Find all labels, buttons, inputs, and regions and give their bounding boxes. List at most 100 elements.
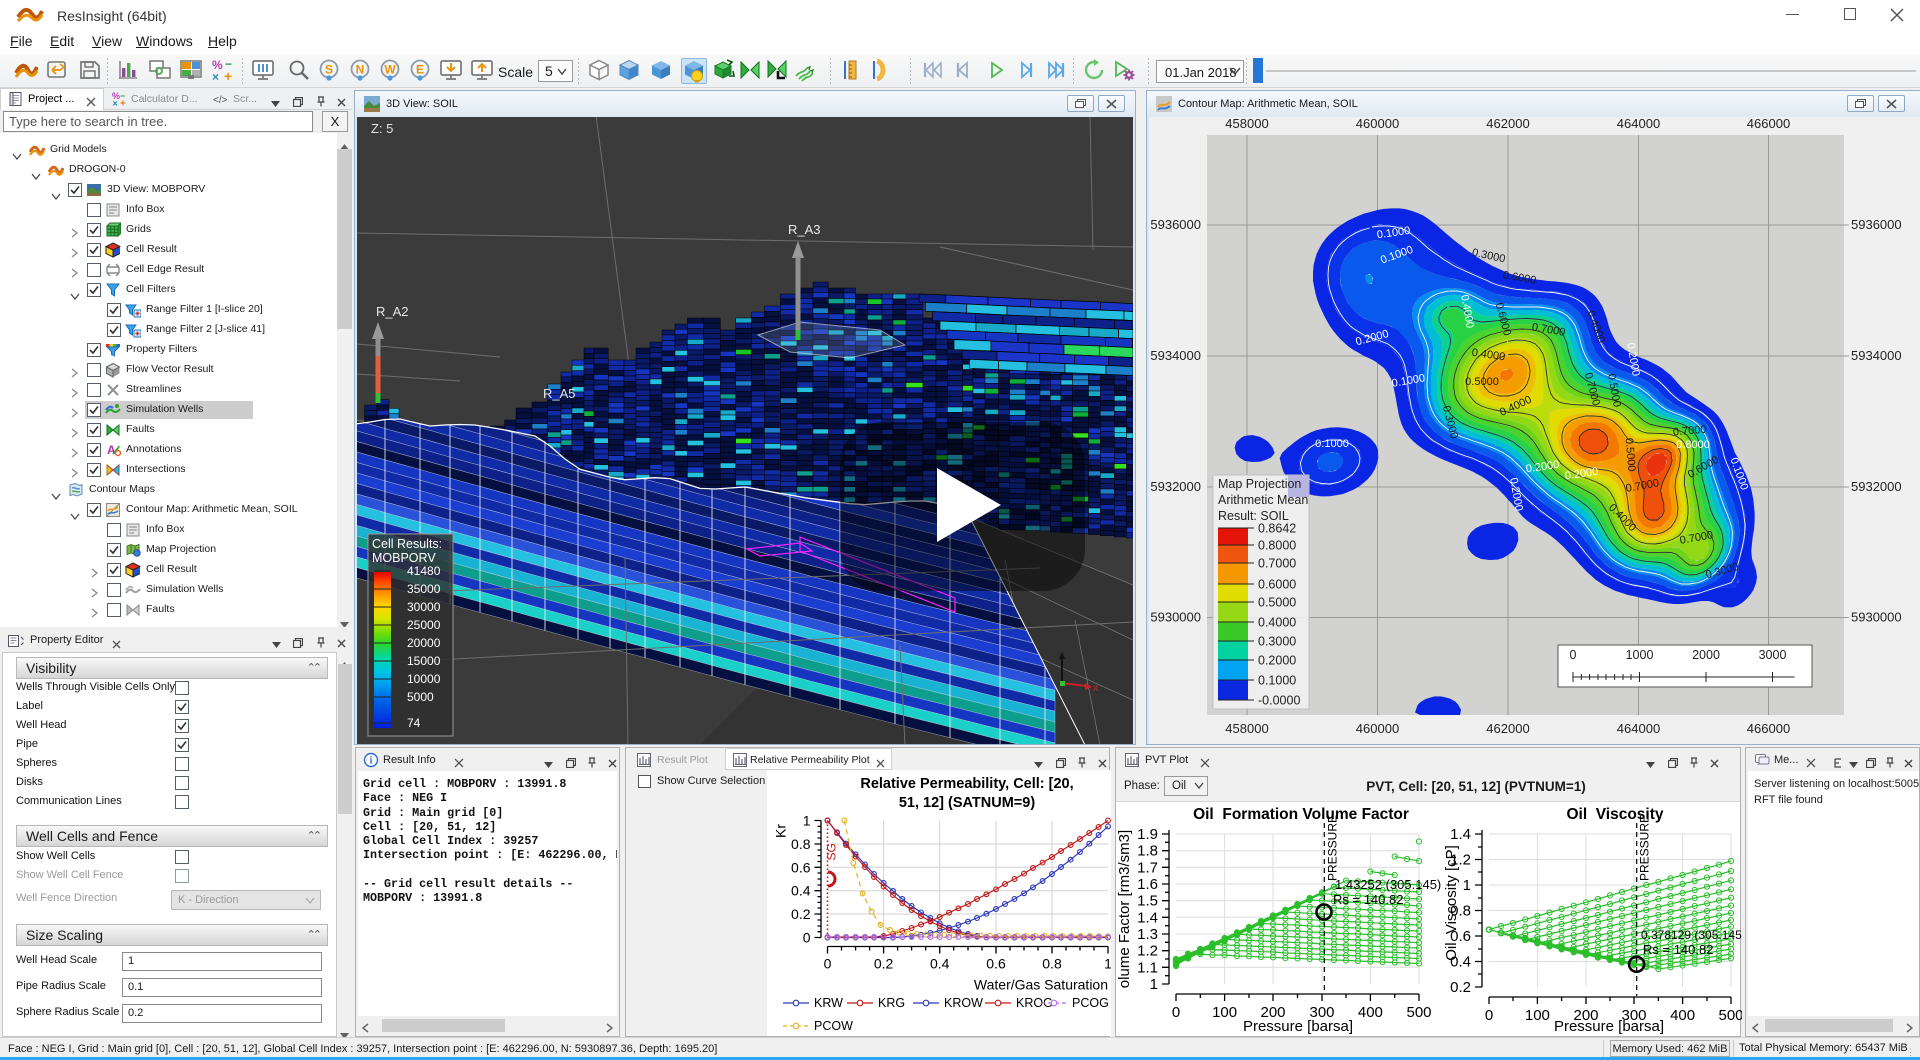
svg-text:3000: 3000 xyxy=(1759,648,1787,662)
svg-text:SG: SG xyxy=(825,843,839,860)
svg-text:N: N xyxy=(356,63,365,77)
svg-text:5930000: 5930000 xyxy=(1851,610,1902,625)
svg-text:41480: 41480 xyxy=(407,564,441,578)
svg-text:458000: 458000 xyxy=(1225,117,1268,131)
svg-text:KROG: KROG xyxy=(1016,996,1053,1010)
svg-text:400: 400 xyxy=(1670,1007,1695,1024)
svg-text:400: 400 xyxy=(1358,1004,1383,1021)
svg-text:Kr: Kr xyxy=(773,824,789,838)
svg-text:0.5000: 0.5000 xyxy=(1258,596,1296,610)
svg-text:1: 1 xyxy=(1150,976,1158,993)
svg-text:Water/Gas Saturation: Water/Gas Saturation xyxy=(974,977,1108,993)
svg-text:10000: 10000 xyxy=(407,672,441,686)
svg-text:5930000: 5930000 xyxy=(1150,610,1201,625)
svg-text:0.8: 0.8 xyxy=(791,836,811,852)
svg-text:500: 500 xyxy=(1718,1007,1742,1024)
svg-text:KRW: KRW xyxy=(814,996,843,1010)
svg-text:MOBPORV: MOBPORV xyxy=(372,551,436,565)
svg-text:R_A2: R_A2 xyxy=(376,304,409,319)
svg-text:Relative Permeability, Cell: [: Relative Permeability, Cell: [20, xyxy=(860,776,1073,792)
svg-text:15000: 15000 xyxy=(407,654,441,668)
svg-text:0.8: 0.8 xyxy=(1042,956,1062,972)
svg-text:460000: 460000 xyxy=(1356,721,1399,736)
svg-text:0: 0 xyxy=(1485,1007,1493,1024)
svg-text:0: 0 xyxy=(803,930,811,946)
svg-text:1.5: 1.5 xyxy=(1137,893,1158,910)
svg-text:0.4000: 0.4000 xyxy=(1258,616,1296,630)
svg-text:462000: 462000 xyxy=(1486,721,1529,736)
svg-text:PCOW: PCOW xyxy=(814,1019,853,1033)
svg-text:464000: 464000 xyxy=(1617,117,1660,131)
svg-text:R_A5: R_A5 xyxy=(543,386,576,401)
svg-text:Rs = 140.82: Rs = 140.82 xyxy=(1333,892,1403,907)
svg-text:1: 1 xyxy=(803,813,811,829)
svg-text:×: × xyxy=(113,99,118,108)
svg-text:1.43252 (305.145): 1.43252 (305.145) xyxy=(1335,877,1441,892)
svg-text:458000: 458000 xyxy=(1225,721,1268,736)
svg-text:0.7000: 0.7000 xyxy=(1258,557,1296,571)
svg-text:1.4: 1.4 xyxy=(1137,909,1158,926)
svg-text:W: W xyxy=(384,63,396,77)
svg-text:0.2: 0.2 xyxy=(1450,979,1471,996)
svg-text:466000: 466000 xyxy=(1747,117,1790,131)
svg-text:-0.0000: -0.0000 xyxy=(1258,694,1300,708)
svg-text:5934000: 5934000 xyxy=(1150,348,1201,363)
svg-text:1.6: 1.6 xyxy=(1137,876,1158,893)
svg-text:i: i xyxy=(370,756,373,767)
svg-text:1.9: 1.9 xyxy=(1137,826,1158,843)
svg-text:464000: 464000 xyxy=(1617,721,1660,736)
svg-text:KRG: KRG xyxy=(878,996,905,1010)
svg-text:0.6: 0.6 xyxy=(791,859,811,875)
svg-text:460000: 460000 xyxy=(1356,117,1399,131)
svg-text:0.6000: 0.6000 xyxy=(1258,578,1296,592)
svg-text:Arithmetic Mean: Arithmetic Mean xyxy=(1218,493,1308,507)
svg-text:KROW: KROW xyxy=(944,996,983,1010)
svg-text:5934000: 5934000 xyxy=(1851,348,1902,363)
svg-text:5000: 5000 xyxy=(407,690,434,704)
svg-text:Map Projection: Map Projection xyxy=(1218,477,1301,491)
svg-text:0.4: 0.4 xyxy=(791,883,811,899)
svg-text:Oil Viscosity: Oil Viscosity xyxy=(1566,806,1663,823)
svg-text:Oil Viscosity [cP]: Oil Viscosity [cP] xyxy=(1443,845,1460,961)
svg-text:0.4: 0.4 xyxy=(930,956,950,972)
svg-text:1.2: 1.2 xyxy=(1137,943,1158,960)
svg-text:Oil Formation Volume Factor: Oil Formation Volume Factor xyxy=(1193,806,1409,823)
svg-text:5936000: 5936000 xyxy=(1150,217,1201,232)
svg-text:Pressure [barsa]: Pressure [barsa] xyxy=(1243,1018,1353,1035)
svg-text:S: S xyxy=(325,63,333,77)
svg-text:2000: 2000 xyxy=(1692,648,1720,662)
svg-text:0.1000: 0.1000 xyxy=(1258,674,1296,688)
svg-text:5932000: 5932000 xyxy=(1851,479,1902,494)
svg-text:1.1: 1.1 xyxy=(1137,959,1158,976)
svg-text:Z: 5: Z: 5 xyxy=(371,121,393,136)
svg-text:466000: 466000 xyxy=(1747,721,1790,736)
svg-text:</>: </> xyxy=(213,95,228,106)
svg-text:0.5000: 0.5000 xyxy=(1465,376,1499,388)
svg-text:1.8: 1.8 xyxy=(1137,843,1158,860)
svg-text:E: E xyxy=(416,63,424,77)
svg-text:R_A3: R_A3 xyxy=(788,222,821,237)
svg-text:0.2: 0.2 xyxy=(874,956,894,972)
svg-text:5936000: 5936000 xyxy=(1851,217,1902,232)
svg-text:20000: 20000 xyxy=(407,636,441,650)
svg-text:1: 1 xyxy=(1104,956,1111,972)
svg-text:74: 74 xyxy=(407,716,421,730)
svg-text:x: x xyxy=(1093,682,1099,694)
svg-text:PRESSURE: PRESSURE xyxy=(1325,815,1339,881)
svg-text:100: 100 xyxy=(1212,1004,1237,1021)
svg-text:35000: 35000 xyxy=(407,582,441,596)
svg-text:0: 0 xyxy=(1570,648,1577,662)
svg-text:0.8000: 0.8000 xyxy=(1676,439,1710,451)
svg-text:0.8642: 0.8642 xyxy=(1258,522,1296,536)
svg-text:0.3000: 0.3000 xyxy=(1258,635,1296,649)
svg-text:5932000: 5932000 xyxy=(1150,479,1201,494)
svg-text:0: 0 xyxy=(1172,1004,1180,1021)
svg-text:0.378129 (305.145): 0.378129 (305.145) xyxy=(1641,928,1742,942)
svg-text:0.8000: 0.8000 xyxy=(1258,539,1296,553)
svg-text:1.4: 1.4 xyxy=(1450,826,1471,843)
svg-text:Rs = 140.82: Rs = 140.82 xyxy=(1643,942,1713,957)
svg-text:Cell Results:: Cell Results: xyxy=(372,537,442,551)
svg-text:100: 100 xyxy=(1525,1007,1550,1024)
svg-text:1.7: 1.7 xyxy=(1137,859,1158,876)
svg-text:30000: 30000 xyxy=(407,600,441,614)
